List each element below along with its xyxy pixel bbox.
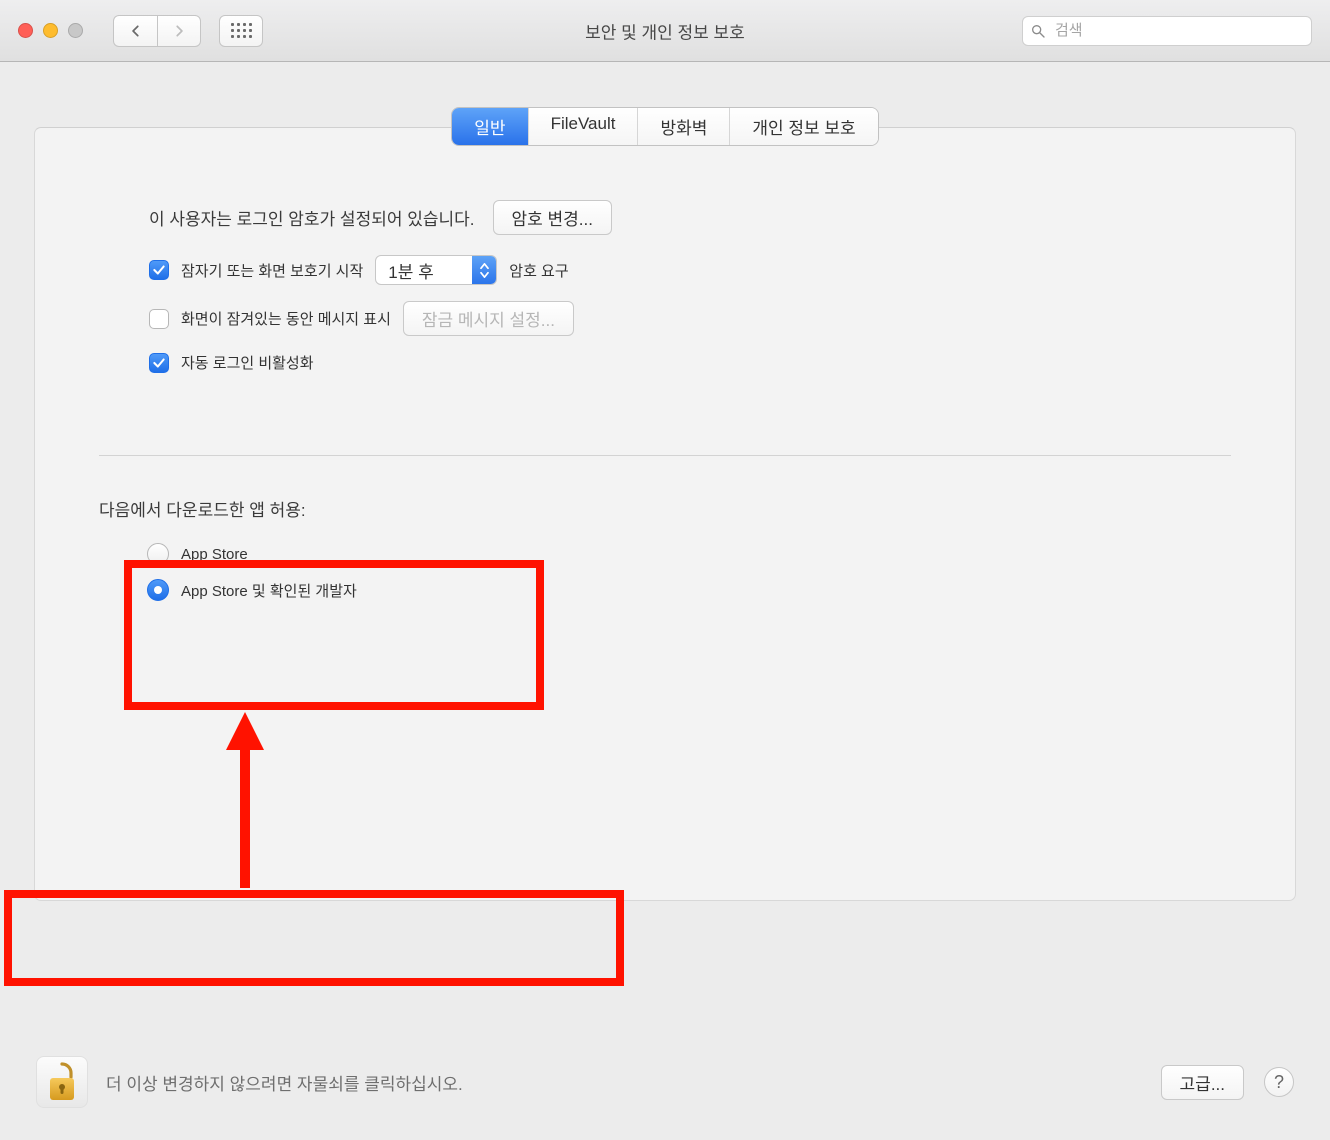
require-password-delay-value: 1분 후 xyxy=(376,258,472,283)
check-icon xyxy=(152,263,166,277)
window-controls xyxy=(18,23,83,38)
gatekeeper-identified-label: App Store 및 확인된 개발자 xyxy=(181,580,357,601)
require-password-label: 잠자기 또는 화면 보호기 시작 xyxy=(181,260,363,281)
disable-auto-login-checkbox[interactable] xyxy=(149,353,169,373)
require-password-suffix: 암호 요구 xyxy=(509,260,568,281)
search-input[interactable] xyxy=(1022,16,1312,46)
tab-bar: 일반 FileVault 방화벽 개인 정보 보호 xyxy=(34,108,1296,145)
lock-button[interactable] xyxy=(36,1056,88,1108)
help-button[interactable]: ? xyxy=(1264,1067,1294,1097)
show-lock-message-label: 화면이 잠겨있는 동안 메시지 표시 xyxy=(181,308,391,329)
chevron-left-icon xyxy=(129,24,143,38)
forward-button[interactable] xyxy=(157,15,201,47)
gatekeeper-identified-radio[interactable] xyxy=(147,579,169,601)
tab-firewall[interactable]: 방화벽 xyxy=(638,108,730,145)
back-button[interactable] xyxy=(113,15,157,47)
minimize-window-button[interactable] xyxy=(43,23,58,38)
search-field[interactable] xyxy=(1022,16,1312,46)
unlock-icon xyxy=(42,1060,82,1104)
require-password-delay-combo[interactable]: 1분 후 xyxy=(375,255,497,285)
nav-buttons xyxy=(113,15,201,47)
require-password-checkbox[interactable] xyxy=(149,260,169,280)
content-area: 일반 FileVault 방화벽 개인 정보 보호 이 사용자는 로그인 암호가… xyxy=(0,62,1330,901)
grid-icon xyxy=(231,23,252,38)
lock-hint-text: 더 이상 변경하지 않으려면 자물쇠를 클릭하십시오. xyxy=(106,1070,463,1095)
advanced-button[interactable]: 고급... xyxy=(1161,1065,1244,1100)
zoom-window-button[interactable] xyxy=(68,23,83,38)
tab-filevault[interactable]: FileVault xyxy=(529,108,639,145)
show-lock-message-checkbox[interactable] xyxy=(149,309,169,329)
bottom-bar: 더 이상 변경하지 않으려면 자물쇠를 클릭하십시오. 고급... ? xyxy=(0,1024,1330,1140)
close-window-button[interactable] xyxy=(18,23,33,38)
titlebar: 보안 및 개인 정보 보호 xyxy=(0,0,1330,62)
gatekeeper-heading: 다음에서 다운로드한 앱 허용: xyxy=(99,496,1231,521)
gatekeeper-appstore-radio[interactable] xyxy=(147,543,169,565)
check-icon xyxy=(152,356,166,370)
change-password-button[interactable]: 암호 변경... xyxy=(493,200,612,235)
gatekeeper-appstore-label: App Store xyxy=(181,546,248,563)
set-lock-message-button[interactable]: 잠금 메시지 설정... xyxy=(403,301,574,336)
disable-auto-login-label: 자동 로그인 비활성화 xyxy=(181,352,314,373)
combo-arrows-icon xyxy=(472,255,496,285)
panel-divider xyxy=(99,455,1231,456)
login-password-label: 이 사용자는 로그인 암호가 설정되어 있습니다. xyxy=(149,205,475,230)
annotation-highlight-lock xyxy=(4,890,624,986)
chevron-right-icon xyxy=(172,24,186,38)
tab-privacy[interactable]: 개인 정보 보호 xyxy=(730,108,877,145)
window-title: 보안 및 개인 정보 보호 xyxy=(585,18,745,43)
tab-general[interactable]: 일반 xyxy=(452,108,528,145)
show-all-prefs-button[interactable] xyxy=(219,15,263,47)
general-panel: 이 사용자는 로그인 암호가 설정되어 있습니다. 암호 변경... 잠자기 또… xyxy=(34,127,1296,901)
search-icon xyxy=(1030,23,1046,39)
